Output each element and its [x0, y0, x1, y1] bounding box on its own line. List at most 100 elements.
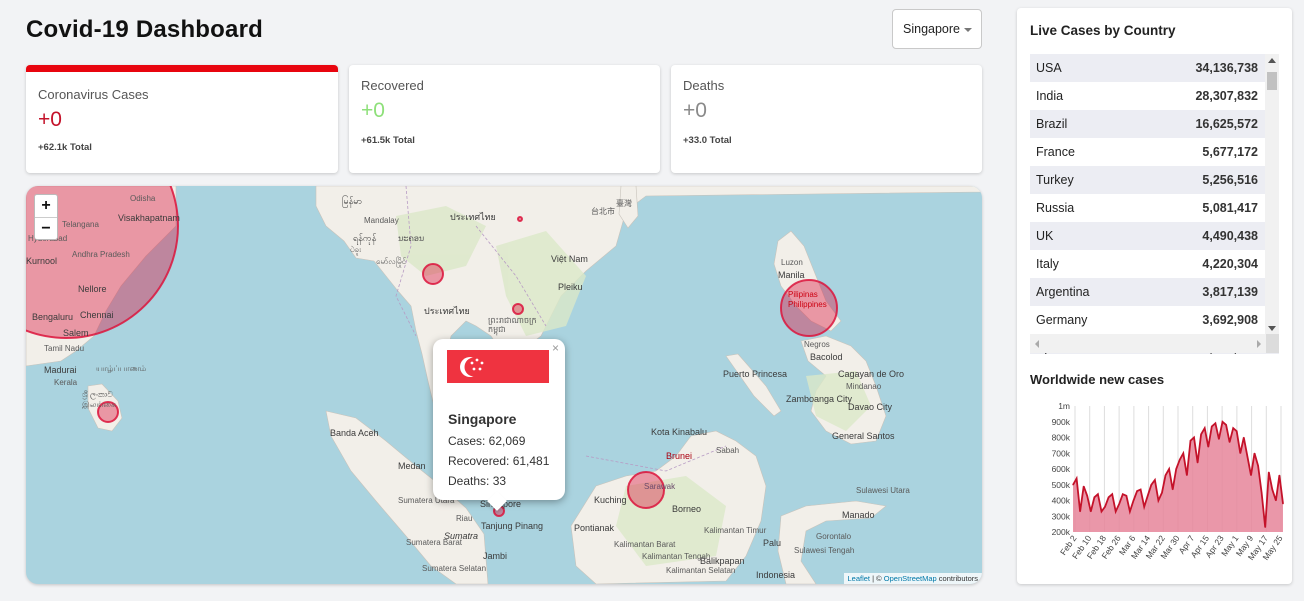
map-label: யாழ்ப்பாணம் — [96, 364, 147, 373]
row-cases: 5,081,417 — [1202, 201, 1258, 215]
scroll-right-icon[interactable] — [1257, 340, 1261, 348]
row-country: UK — [1036, 229, 1054, 243]
live-cases-title: Live Cases by Country — [1030, 23, 1176, 38]
deaths-card[interactable]: Deaths +0 +33.0 Total — [671, 65, 982, 173]
map-label: Kerala — [54, 378, 78, 387]
chart-point — [1218, 438, 1220, 440]
row-cases: 28,307,832 — [1195, 89, 1258, 103]
leaflet-link[interactable]: Leaflet — [848, 574, 871, 583]
country-select[interactable]: Singapore — [892, 9, 982, 49]
map-label: Salem — [63, 328, 89, 338]
table-row[interactable]: Italy 4,220,304 — [1030, 250, 1279, 278]
live-cases-table[interactable]: USA 34,136,738 India 28,307,832 Brazil 16,625… — [1030, 54, 1279, 354]
table-row[interactable]: France 5,677,172 — [1030, 138, 1279, 166]
row-country: Brazil — [1036, 117, 1068, 131]
map-label: ນະຄອນ — [398, 234, 425, 243]
map-label: Việt Nam — [551, 254, 588, 264]
chart-point — [1204, 427, 1206, 429]
table-row[interactable]: UK 4,490,438 — [1030, 222, 1279, 250]
scroll-up-icon[interactable] — [1268, 58, 1276, 63]
row-cases: 34,136,738 — [1195, 61, 1258, 75]
chart-point — [1232, 427, 1234, 429]
map-label: မော်လမြိုင် — [376, 257, 407, 266]
map-label: 台北市 — [591, 207, 615, 216]
chart-point — [1132, 499, 1135, 502]
table-row[interactable]: USA 34,136,738 — [1030, 54, 1279, 82]
row-country: Turkey — [1036, 173, 1074, 187]
deaths-card-value: +0 — [683, 99, 707, 122]
table-row[interactable]: India 28,307,832 — [1030, 82, 1279, 110]
chart-point — [1257, 465, 1259, 467]
row-cases: 16,625,572 — [1195, 117, 1258, 131]
popup-close-button[interactable]: × — [552, 341, 559, 355]
chart-point — [1278, 474, 1280, 476]
cases-card-total: +62.1k Total — [38, 142, 92, 153]
scroll-down-icon[interactable] — [1268, 326, 1276, 331]
chart-point — [1200, 433, 1202, 435]
chart-point — [1086, 495, 1088, 497]
zoom-in-button[interactable]: + — [35, 195, 57, 217]
row-country: USA — [1036, 61, 1062, 75]
worldwide-cases-chart: Feb 2Feb 10Feb 18Feb 26Mar 6Mar 14Mar 22… — [1052, 401, 1285, 562]
chart-point — [1271, 488, 1273, 491]
chart-point — [1250, 474, 1252, 476]
row-cases: 5,677,172 — [1202, 145, 1258, 159]
table-row[interactable]: Argentina 3,817,139 — [1030, 278, 1279, 306]
chart-point — [1100, 510, 1103, 513]
chart-point — [1079, 510, 1081, 513]
zoom-control: + − — [34, 194, 58, 240]
chart-point — [1264, 526, 1266, 528]
table-vertical-scrollbar[interactable] — [1265, 54, 1279, 334]
map-label: Tamil Nadu — [44, 344, 85, 353]
table-row[interactable]: Germany 3,692,908 — [1030, 306, 1279, 334]
cases-card-title: Coronavirus Cases — [38, 87, 149, 102]
deaths-card-title: Deaths — [683, 78, 725, 93]
zoom-out-button[interactable]: − — [35, 217, 57, 239]
chart-point — [1243, 436, 1245, 439]
map[interactable]: Visakhapatnam Telangana Kurnool Andhra P… — [26, 186, 982, 584]
recovered-card-total: +61.5k Total — [361, 135, 415, 146]
table-row[interactable]: Brazil 16,625,572 — [1030, 110, 1279, 138]
chart-title: Worldwide new cases — [1030, 372, 1165, 387]
recovered-card[interactable]: Recovered +0 +61.5k Total — [349, 65, 660, 173]
cases-card[interactable]: Coronavirus Cases +0 +62.1k Total — [26, 65, 338, 173]
map-label: Kalimantan Selatan — [666, 566, 736, 575]
deaths-card-total: +33.0 Total — [683, 135, 732, 146]
map-label: Sabah — [716, 446, 740, 455]
attribution-separator: | © — [870, 574, 884, 583]
chart-point — [1282, 503, 1284, 505]
chart-point — [1253, 452, 1256, 454]
chart-point — [1268, 471, 1270, 473]
map-label: Sulawesi Tengah — [794, 546, 855, 555]
map-label: Mindanao — [846, 382, 882, 391]
chart-point — [1246, 455, 1248, 457]
osm-link[interactable]: OpenStreetMap — [884, 574, 937, 583]
table-row[interactable]: Russia 5,081,417 — [1030, 194, 1279, 222]
map-label: Nellore — [78, 284, 107, 294]
chart-point — [1140, 488, 1142, 491]
table-row[interactable]: Turkey 5,256,516 — [1030, 166, 1279, 194]
map-label: Bengaluru — [32, 312, 74, 322]
chart-point — [1239, 452, 1241, 454]
scroll-left-icon[interactable] — [1035, 340, 1039, 348]
map-label: Sulawesi Utara — [856, 486, 910, 495]
chart-point — [1225, 424, 1227, 426]
row-cases: 3,692,908 — [1202, 313, 1258, 327]
map-label: Jambi — [483, 551, 508, 561]
map-label: 臺灣 — [616, 199, 632, 208]
chart-point — [1115, 510, 1117, 513]
map-label: Andhra Pradesh — [72, 250, 130, 259]
scroll-thumb[interactable] — [1267, 72, 1277, 90]
chart-point — [1236, 430, 1238, 432]
y-tick-label: 800k — [1052, 433, 1071, 443]
map-label: Odisha — [130, 194, 156, 203]
chart-point — [1129, 510, 1131, 513]
chart-point — [1211, 425, 1213, 428]
chart-point — [1172, 488, 1174, 491]
map-label: ශ්‍රී ලංකාව இலங்கை — [82, 390, 117, 409]
map-label: Indonesia — [756, 570, 796, 580]
map-label: Pleiku — [558, 282, 583, 292]
table-horizontal-scrollbar[interactable] — [1030, 334, 1266, 353]
map-label: Cagayan de Oro — [838, 369, 905, 379]
y-tick-label: 500k — [1052, 480, 1071, 490]
